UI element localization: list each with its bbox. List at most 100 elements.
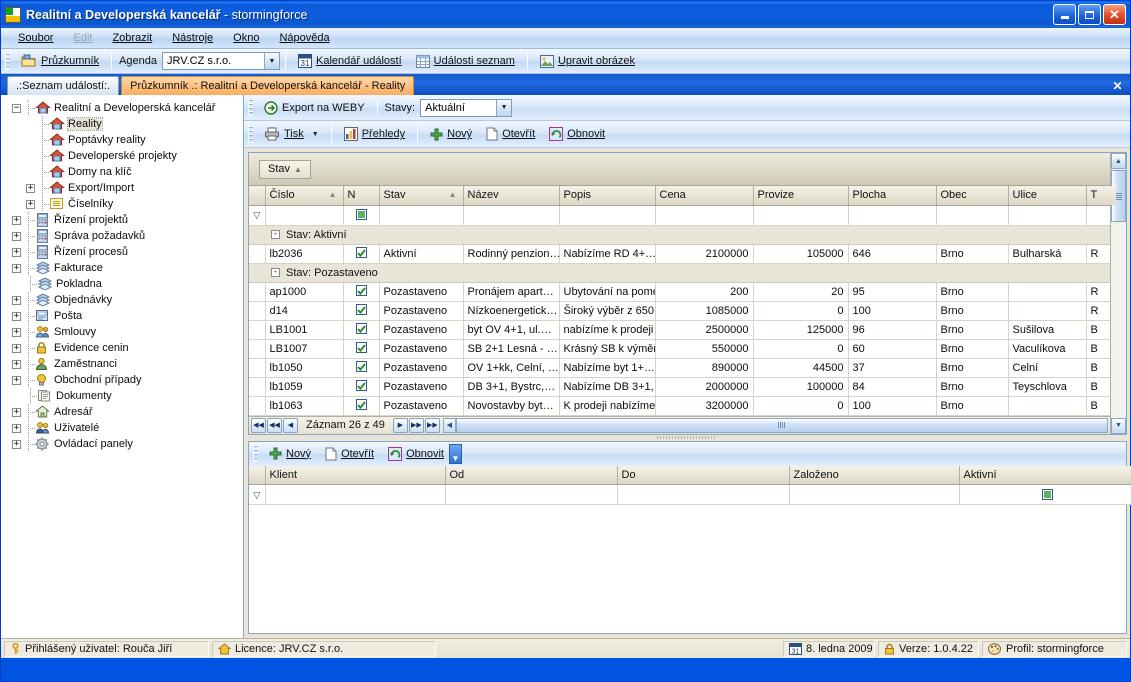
- export-web-button[interactable]: Export na WEBY: [257, 98, 372, 118]
- maximize-button[interactable]: [1078, 4, 1101, 25]
- tab-seznam-udalosti[interactable]: .:Seznam událostí:.: [7, 76, 120, 95]
- filter-cell-cena[interactable]: [655, 205, 754, 226]
- cell-ulice[interactable]: Celní: [1008, 358, 1087, 378]
- group-row-aktivni[interactable]: - Stav: Aktivní: [249, 225, 1116, 245]
- refresh-button[interactable]: Obnovit: [542, 124, 612, 144]
- column-header-t[interactable]: T: [1086, 186, 1117, 206]
- checkbox-checked[interactable]: [355, 304, 367, 316]
- edit-image-button[interactable]: Upravit obrázek: [533, 52, 642, 71]
- open-button[interactable]: Otevřít: [479, 124, 542, 144]
- checkbox-checked[interactable]: [355, 285, 367, 297]
- column-header-n[interactable]: N: [343, 186, 380, 206]
- nav-next-button[interactable]: ▶: [392, 417, 408, 433]
- cell-cena[interactable]: 200: [655, 282, 754, 302]
- cell-obec[interactable]: Brno: [936, 244, 1009, 264]
- cell-cislo[interactable]: LB1007: [265, 339, 344, 359]
- tree-expander[interactable]: +: [12, 247, 21, 257]
- filter-cell-obec[interactable]: [936, 205, 1009, 226]
- cell-ulice[interactable]: Bulharská: [1008, 244, 1087, 264]
- checkbox-checked[interactable]: [355, 361, 367, 373]
- reports-button[interactable]: Přehledy: [337, 124, 412, 144]
- states-combobox[interactable]: Aktuální ▼: [420, 98, 513, 117]
- tree-item-adresar[interactable]: + Adresář: [1, 404, 243, 420]
- filter-cell-popis[interactable]: [559, 205, 656, 226]
- cell-obec[interactable]: Brno: [936, 320, 1009, 340]
- filter-cell-do[interactable]: [617, 484, 790, 505]
- filter-cell-od[interactable]: [445, 484, 618, 505]
- nav-prev-page-button[interactable]: ◀◀: [267, 417, 282, 433]
- sort-ascending-icon[interactable]: ▲: [294, 165, 302, 174]
- cell-popis[interactable]: nabízíme k prodeji b: [559, 320, 656, 340]
- menu-soubor[interactable]: Soubor: [9, 30, 62, 46]
- cell-stav[interactable]: Pozastaveno: [379, 339, 464, 359]
- cell-n[interactable]: [343, 244, 380, 264]
- group-expander[interactable]: -: [271, 268, 280, 278]
- cell-n[interactable]: [343, 301, 380, 321]
- cell-cislo[interactable]: lb1050: [265, 358, 344, 378]
- column-header-popis[interactable]: Popis: [559, 186, 656, 206]
- bottom-new-button[interactable]: Nový: [262, 444, 318, 463]
- tree-expander[interactable]: +: [12, 295, 21, 305]
- cell-cislo[interactable]: lb1063: [265, 396, 344, 416]
- cell-nazev[interactable]: byt OV 4+1, ul.…: [463, 320, 560, 340]
- hscroll-thumb[interactable]: [455, 417, 1108, 433]
- cell-nazev[interactable]: SB 2+1 Lesná - …: [463, 339, 560, 359]
- clients-filter-row[interactable]: ▽: [249, 484, 1131, 505]
- cell-cena[interactable]: 1085000: [655, 301, 754, 321]
- tree-item-realitni-kancelar[interactable]: − Realitní a Developerská kancelář: [1, 100, 243, 116]
- tree-item-zamestnanci[interactable]: + Zaměstnanci: [1, 356, 243, 372]
- cell-nazev[interactable]: Novostavby byt…: [463, 396, 560, 416]
- column-header-plocha[interactable]: Plocha: [848, 186, 937, 206]
- cell-obec[interactable]: Brno: [936, 282, 1009, 302]
- filter-cell-plocha[interactable]: [848, 205, 937, 226]
- cell-obec[interactable]: Brno: [936, 377, 1009, 397]
- toolbar-overflow-button[interactable]: ▼: [449, 443, 462, 464]
- toolbar-grip[interactable]: [248, 99, 253, 116]
- cell-provize[interactable]: 125000: [753, 320, 849, 340]
- filter-cell-n[interactable]: [343, 205, 380, 226]
- cell-cena[interactable]: 2100000: [655, 244, 754, 264]
- cell-ulice[interactable]: Sušilova: [1008, 320, 1087, 340]
- filter-cell-aktivni[interactable]: [959, 484, 1131, 505]
- tree-item-fakturace[interactable]: + Fakturace: [1, 260, 243, 276]
- cell-stav[interactable]: Pozastaveno: [379, 377, 464, 397]
- cell-cislo[interactable]: lb1059: [265, 377, 344, 397]
- tree-item-ovladaci-panely[interactable]: + Ovládací panely: [1, 436, 243, 452]
- tree-item-ciselniky[interactable]: + Číselníky: [1, 196, 243, 212]
- chevron-down-icon[interactable]: ▼: [264, 53, 280, 69]
- cell-stav[interactable]: Pozastaveno: [379, 320, 464, 340]
- cell-provize[interactable]: 20: [753, 282, 849, 302]
- column-header-nazev[interactable]: Název: [463, 186, 560, 206]
- column-header-provize[interactable]: Provize: [753, 186, 849, 206]
- group-row-pozastaveno[interactable]: - Stav: Pozastaveno: [249, 263, 1116, 283]
- cell-cena[interactable]: 890000: [655, 358, 754, 378]
- cell-plocha[interactable]: 96: [848, 320, 937, 340]
- table-row[interactable]: LB1001 Pozastaveno byt OV 4+1, ul.… nabí…: [249, 320, 1117, 340]
- bottom-open-button[interactable]: Otevřít: [318, 444, 381, 464]
- tree-item-pokladna[interactable]: Pokladna: [1, 276, 243, 292]
- tree-expander[interactable]: +: [12, 215, 21, 225]
- menu-okno[interactable]: Okno: [224, 30, 268, 46]
- cell-nazev[interactable]: Nízkoenergetick…: [463, 301, 560, 321]
- nav-first-button[interactable]: ◀◀: [251, 417, 266, 433]
- group-row-cell[interactable]: - Stav: Aktivní: [265, 225, 1116, 245]
- cell-cislo[interactable]: lb2036: [265, 244, 344, 264]
- grid-horizontal-scrollbar[interactable]: ◀: [442, 417, 1108, 433]
- table-row[interactable]: d14 Pozastaveno Nízkoenergetick… Široký …: [249, 301, 1117, 321]
- cell-obec[interactable]: Brno: [936, 301, 1009, 321]
- grid-filter-row[interactable]: ▽: [249, 205, 1117, 226]
- group-row-cell[interactable]: - Stav: Pozastaveno: [265, 263, 1116, 283]
- filter-checkbox[interactable]: [1041, 488, 1053, 500]
- cell-obec[interactable]: Brno: [936, 358, 1009, 378]
- cell-stav[interactable]: Pozastaveno: [379, 358, 464, 378]
- table-row[interactable]: lb2036 Aktivní Rodinný penzion… Nabízíme…: [249, 244, 1117, 264]
- column-header-klient[interactable]: Klient: [265, 465, 446, 485]
- column-header-obec[interactable]: Obec: [936, 186, 1009, 206]
- tree-expander[interactable]: +: [12, 375, 21, 385]
- cell-plocha[interactable]: 84: [848, 377, 937, 397]
- tree-expander[interactable]: +: [26, 199, 35, 209]
- column-header-aktivni[interactable]: Aktivní: [959, 465, 1131, 485]
- calendar-button[interactable]: 31 Kalendář událostí: [291, 51, 409, 71]
- filter-cell-provize[interactable]: [753, 205, 849, 226]
- column-header-cena[interactable]: Cena: [655, 186, 754, 206]
